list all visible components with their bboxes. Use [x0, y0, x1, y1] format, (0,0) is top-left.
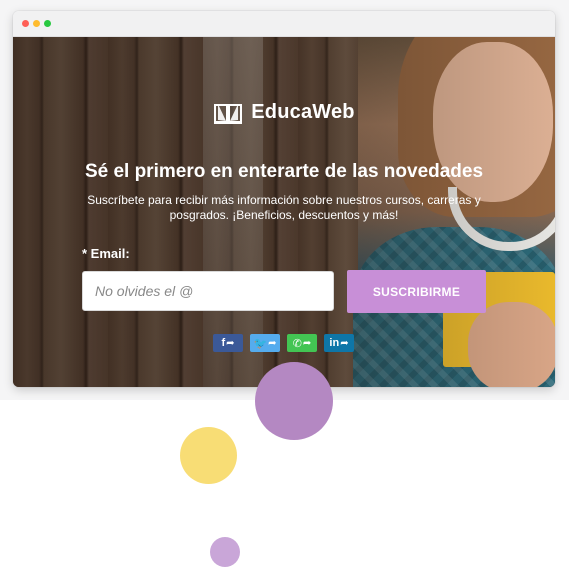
- window-titlebar: [13, 11, 555, 37]
- whatsapp-share-button[interactable]: ✆ ➦: [287, 334, 317, 352]
- hero-headline: Sé el primero en enterarte de las noveda…: [84, 161, 484, 182]
- open-book-icon: [213, 102, 243, 124]
- close-window-button[interactable]: [22, 20, 29, 27]
- facebook-share-button[interactable]: f ➦: [213, 334, 243, 352]
- minimize-window-button[interactable]: [33, 20, 40, 27]
- linkedin-share-icon: in: [329, 337, 340, 349]
- linkedin-share-button[interactable]: in ➦: [324, 334, 354, 352]
- share-arrow-icon: ➦: [226, 337, 235, 349]
- brand-name: EducaWeb: [251, 101, 355, 123]
- decorative-circle-yellow: [180, 427, 237, 484]
- email-label: * Email:: [82, 246, 130, 261]
- share-arrow-icon: ➦: [340, 337, 349, 349]
- whatsapp-share-icon: ✆: [292, 337, 302, 350]
- email-field[interactable]: [82, 271, 334, 311]
- share-arrow-icon: ➦: [268, 337, 277, 349]
- subscribe-button[interactable]: SUSCRIBIRME: [347, 270, 486, 313]
- maximize-window-button[interactable]: [44, 20, 51, 27]
- browser-window: EducaWeb Sé el primero en enterarte de l…: [13, 11, 555, 387]
- share-arrow-icon: ➦: [302, 337, 312, 349]
- twitter-share-button[interactable]: 🐦 ➦: [250, 334, 280, 352]
- social-share-row: f ➦ 🐦 ➦ ✆ ➦ in ➦: [213, 334, 354, 352]
- decorative-circle-purple: [255, 362, 333, 440]
- hero-subtext: Suscríbete para recibir más información …: [87, 193, 481, 222]
- hero-banner: EducaWeb Sé el primero en enterarte de l…: [13, 37, 555, 387]
- twitter-share-icon: 🐦: [253, 337, 268, 350]
- brand-logo: EducaWeb: [13, 101, 555, 124]
- facebook-share-icon: f: [221, 337, 226, 349]
- decorative-circle-lilac: [210, 537, 240, 567]
